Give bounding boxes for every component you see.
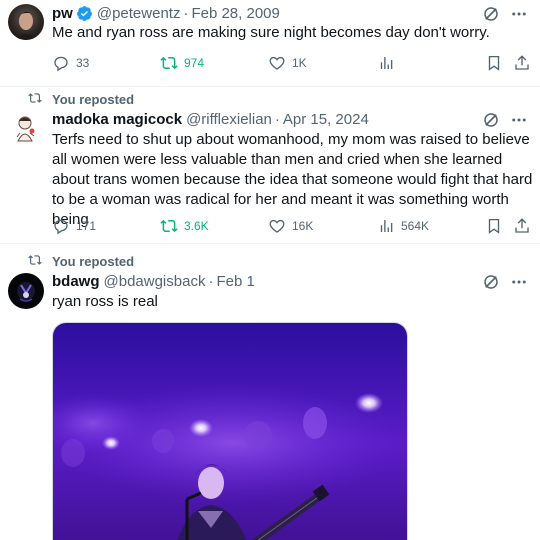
more-icon[interactable]: [510, 273, 528, 291]
separator-dot: ·: [208, 272, 214, 290]
tweet-top-actions: [482, 111, 528, 129]
heart-icon: [268, 54, 286, 72]
share-icon: [513, 54, 531, 72]
reply-count: 33: [76, 56, 90, 70]
bookmark-icon: [485, 54, 503, 72]
repost-icon: [160, 217, 178, 235]
display-name[interactable]: madoka magicock: [52, 111, 182, 128]
repost-button[interactable]: 3.6K: [160, 216, 209, 236]
repost-icon: [160, 54, 178, 72]
like-button[interactable]: 16K: [268, 216, 313, 236]
views-icon: [377, 54, 395, 72]
tweet-date[interactable]: Feb 1: [216, 273, 254, 290]
reposted-indicator: You reposted: [28, 91, 134, 107]
like-count: 16K: [292, 219, 314, 233]
like-count: 1K: [292, 56, 307, 70]
like-button[interactable]: 1K: [268, 53, 307, 73]
user-handle[interactable]: @rifflexielian: [186, 111, 272, 128]
reposted-label[interactable]: You reposted: [52, 92, 134, 107]
reply-button[interactable]: 33: [52, 53, 89, 73]
share-button[interactable]: [513, 216, 531, 236]
tweet-date[interactable]: Apr 15, 2024: [283, 111, 369, 128]
reply-icon: [52, 217, 70, 235]
views-icon: [377, 217, 395, 235]
avatar[interactable]: [8, 111, 44, 147]
user-handle[interactable]: @bdawgisback: [104, 273, 206, 290]
display-name[interactable]: bdawg: [52, 273, 100, 290]
grok-icon[interactable]: [482, 273, 500, 291]
repost-count: 3.6K: [184, 219, 209, 233]
more-icon[interactable]: [510, 111, 528, 129]
grok-icon[interactable]: [482, 5, 500, 23]
bookmark-button[interactable]: [485, 53, 503, 73]
tweet-header: pw @petewentz · Feb 28, 2009: [52, 3, 280, 23]
bookmark-button[interactable]: [485, 216, 503, 236]
tweet-text: Me and ryan ross are making sure night b…: [52, 24, 490, 41]
tweet-header: madoka magicock @rifflexielian · Apr 15,…: [52, 109, 369, 129]
share-button[interactable]: [513, 53, 531, 73]
reposted-label[interactable]: You reposted: [52, 254, 134, 269]
tweet[interactable]: You reposted madoka magicock @rifflexiel…: [0, 87, 540, 243]
repost-small-icon: [28, 91, 52, 108]
tweet-actions: 171 3.6K 16K 564K: [52, 216, 530, 236]
repost-count: 974: [184, 56, 205, 70]
reply-count: 171: [76, 219, 97, 233]
tweet-top-actions: [482, 5, 528, 23]
tweet-text: Terfs need to shut up about womanhood, m…: [52, 131, 533, 228]
tweet-actions: 33 974 1K: [52, 53, 530, 73]
tweet[interactable]: pw @petewentz · Feb 28, 2009 Me and ryan…: [0, 0, 540, 86]
avatar[interactable]: [8, 273, 44, 309]
more-icon[interactable]: [510, 5, 528, 23]
repost-button[interactable]: 974: [160, 53, 204, 73]
reply-icon: [52, 54, 70, 72]
tweet-text: ryan ross is real: [52, 293, 158, 310]
bookmark-icon: [485, 217, 503, 235]
separator-dot: ·: [183, 4, 189, 22]
tweet-header: bdawg @bdawgisback · Feb 1: [52, 271, 255, 291]
tweet-date[interactable]: Feb 28, 2009: [191, 5, 279, 22]
views-button[interactable]: 564K: [377, 216, 429, 236]
display-name[interactable]: pw: [52, 5, 73, 22]
reply-button[interactable]: 171: [52, 216, 96, 236]
grok-icon[interactable]: [482, 111, 500, 129]
tweet-media-image[interactable]: [52, 322, 408, 540]
reposted-indicator: You reposted: [28, 253, 134, 269]
tweet-top-actions: [482, 273, 528, 291]
view-count: 564K: [401, 219, 430, 233]
heart-icon: [268, 217, 286, 235]
repost-small-icon: [28, 253, 52, 270]
share-icon: [513, 217, 531, 235]
separator-dot: ·: [274, 110, 280, 128]
user-handle[interactable]: @petewentz: [97, 5, 181, 22]
verified-badge-icon: [76, 5, 93, 22]
avatar[interactable]: [8, 4, 44, 40]
views-button[interactable]: [377, 53, 395, 73]
